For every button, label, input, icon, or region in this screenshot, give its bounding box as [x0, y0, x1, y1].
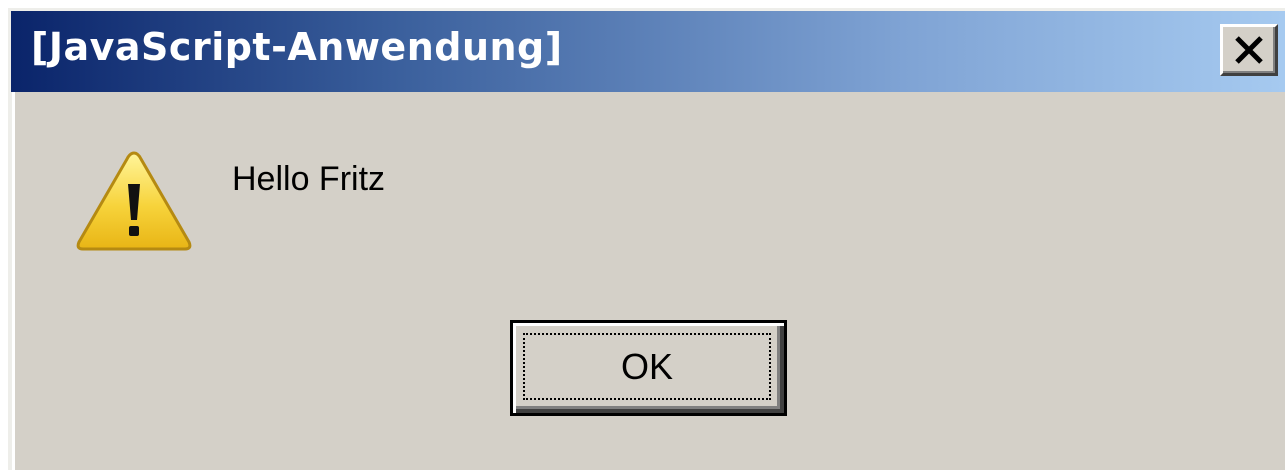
window-title: [JavaScript-Anwendung]: [31, 25, 563, 69]
warning-icon: [72, 148, 196, 256]
title-bar[interactable]: [JavaScript-Anwendung]: [11, 11, 1285, 92]
close-button[interactable]: [1220, 24, 1278, 76]
alert-message: Hello Fritz: [232, 160, 386, 198]
focus-ring: OK: [523, 333, 771, 400]
ok-button[interactable]: OK: [510, 320, 787, 416]
close-icon: [1232, 35, 1266, 65]
ok-button-label: OK: [620, 345, 673, 387]
